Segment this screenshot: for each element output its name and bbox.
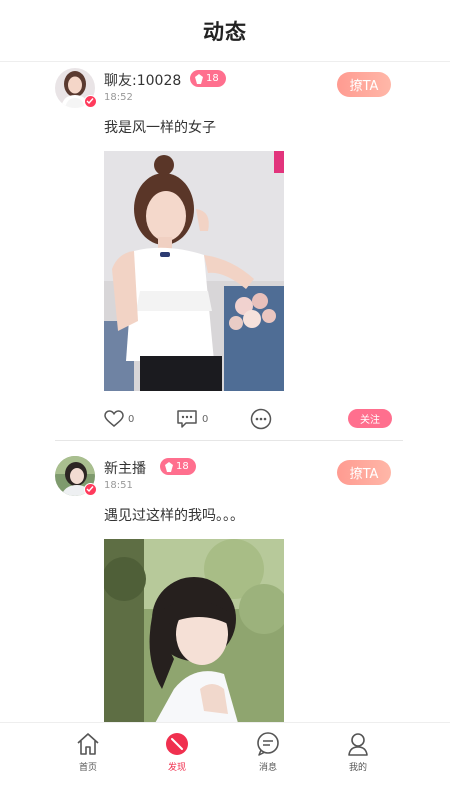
more-action[interactable] — [250, 406, 272, 432]
post-text: 我是风一样的女子 — [104, 120, 216, 136]
tab-discover[interactable]: 发现 — [152, 731, 202, 775]
level-icon — [195, 73, 203, 84]
tab-label: 发现 — [167, 763, 186, 773]
post-divider — [55, 440, 403, 441]
app-screen: 动态 聊友:10028 18 18:52 撩TA 我是风一样的女子 0 0 关注… — [0, 0, 450, 800]
bottom-tab-bar: 首页 发现 消息 我的 — [0, 722, 450, 777]
profile-icon — [348, 733, 368, 756]
comment-action[interactable]: 0 — [176, 406, 208, 432]
page-title: 动态 — [203, 19, 247, 44]
level-badge: 18 — [160, 458, 196, 475]
post-text: 遇见过这样的我吗。。。 — [104, 508, 244, 524]
level-icon — [165, 461, 173, 472]
post-actions: 0 0 关注 — [104, 406, 394, 432]
discover-icon — [166, 733, 188, 755]
post-time: 18:52 — [104, 92, 133, 103]
top-bar: 动态 — [0, 0, 450, 62]
home-icon — [77, 733, 99, 755]
moments-feed[interactable]: 聊友:10028 18 18:52 撩TA 我是风一样的女子 0 0 关注 新主… — [0, 62, 450, 722]
level-value: 18 — [176, 461, 189, 472]
follow-button[interactable]: 关注 — [348, 409, 392, 428]
tab-messages[interactable]: 消息 — [243, 731, 293, 775]
username[interactable]: 新主播 — [104, 458, 146, 478]
tab-profile[interactable]: 我的 — [333, 731, 383, 775]
tab-home[interactable]: 首页 — [63, 731, 113, 775]
chat-button[interactable]: 撩TA — [337, 72, 391, 97]
verified-badge-icon — [84, 483, 97, 496]
tab-label: 消息 — [258, 763, 277, 773]
message-icon — [257, 732, 279, 756]
like-count: 0 — [128, 413, 135, 425]
tab-label: 首页 — [78, 763, 97, 773]
photo-girl-white-top — [104, 151, 284, 391]
verified-badge-icon — [84, 95, 97, 108]
photo-girl-garden — [104, 539, 284, 722]
post-time: 18:51 — [104, 480, 133, 491]
more-icon — [250, 408, 272, 430]
username[interactable]: 聊友:10028 — [104, 70, 181, 90]
comment-count: 0 — [202, 413, 209, 425]
like-action[interactable]: 0 — [104, 406, 134, 432]
bottom-safe-area — [0, 777, 450, 800]
chat-button[interactable]: 撩TA — [337, 460, 391, 485]
post-image[interactable] — [104, 151, 284, 391]
comment-icon — [177, 410, 197, 428]
heart-icon — [104, 410, 124, 427]
tab-label: 我的 — [348, 763, 367, 773]
level-badge: 18 — [190, 70, 226, 87]
post-image[interactable] — [104, 539, 284, 722]
level-value: 18 — [206, 73, 219, 84]
